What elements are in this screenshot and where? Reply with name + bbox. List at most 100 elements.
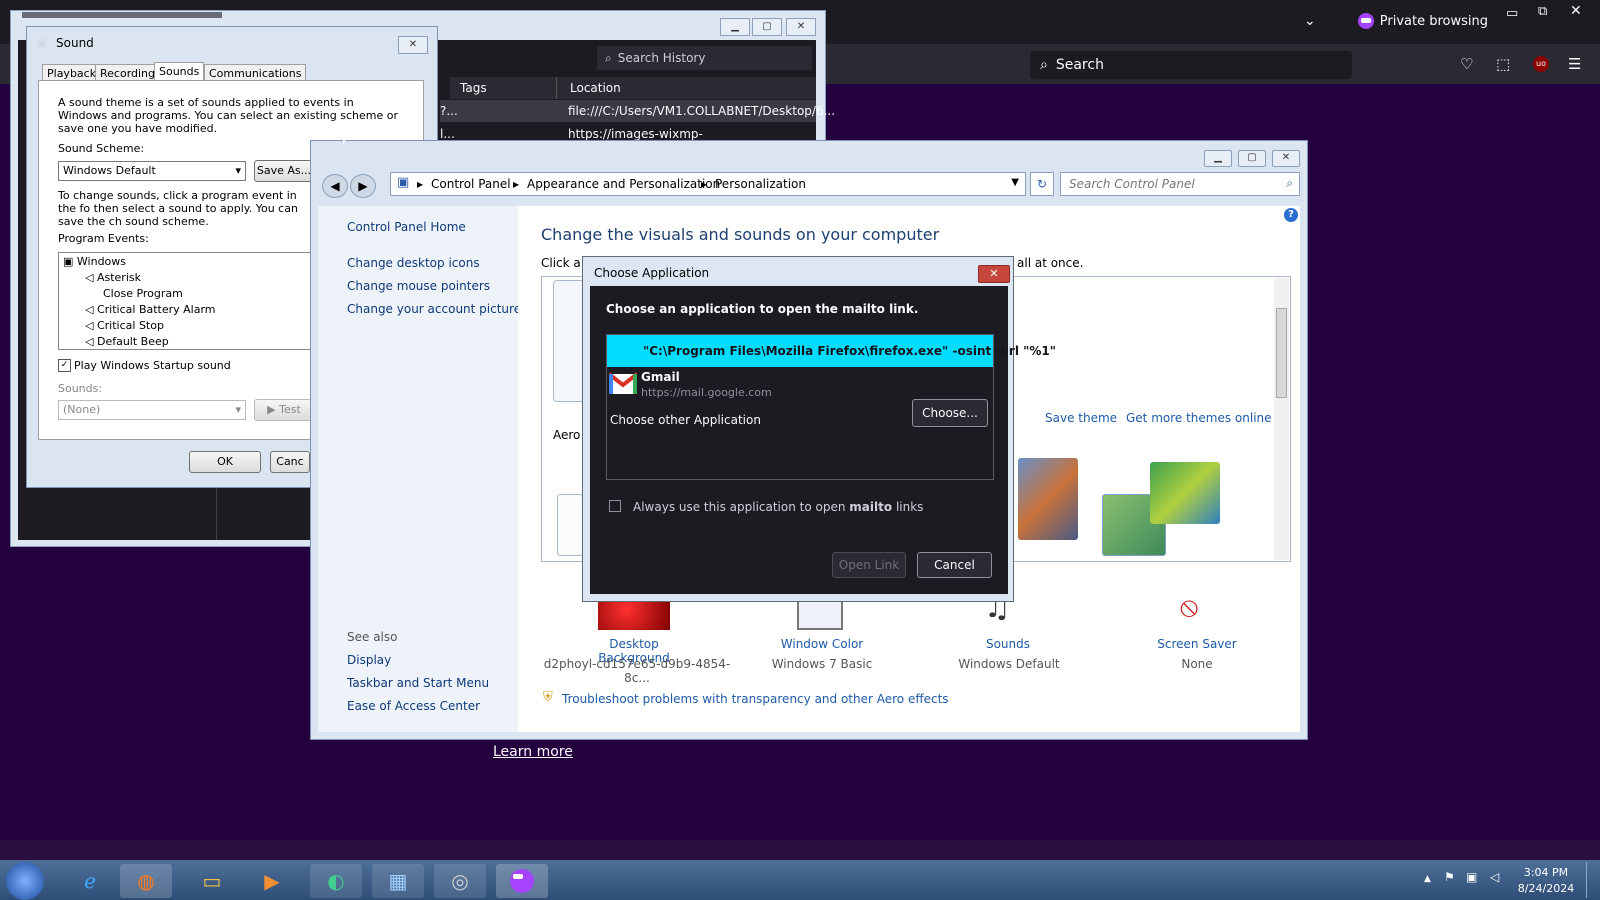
save-as-button[interactable]: Save As... (254, 160, 314, 182)
cp-search-input[interactable]: Search Control Panel ⌕ (1060, 172, 1300, 196)
list-item-firefox[interactable]: "C:\Program Files\Mozilla Firefox\firefo… (607, 335, 1056, 367)
sounds-link[interactable]: Sounds (968, 637, 1048, 651)
sidebar-item-account-picture[interactable]: Change your account picture (347, 302, 521, 316)
firefox-private-taskbar-icon[interactable] (496, 864, 548, 898)
list-item[interactable]: ◁ Critical Battery Alarm (85, 303, 216, 316)
help-icon[interactable]: ? (1284, 208, 1298, 222)
sidebar-item-mouse-pointers[interactable]: Change mouse pointers (347, 279, 490, 293)
sound-scheme-label: Sound Scheme: (58, 142, 145, 155)
back-button[interactable]: ◀ (322, 174, 348, 198)
aero-themes-label: Aero (553, 428, 581, 442)
library-close-icon[interactable]: ✕ (786, 18, 816, 36)
list-item[interactable]: Close Program (103, 287, 183, 300)
theme-thumbnail[interactable] (557, 494, 583, 556)
tray-expand-icon[interactable]: ▲ (1424, 874, 1431, 884)
themes-scrollbar[interactable] (1274, 278, 1289, 560)
media-player-icon[interactable]: ▶ (246, 864, 298, 898)
cp-home-link[interactable]: Control Panel Home (347, 220, 466, 234)
open-link-button[interactable]: Open Link (832, 552, 906, 578)
always-use-checkbox[interactable] (609, 500, 621, 512)
choose-button[interactable]: Choose... (912, 399, 988, 427)
library-tab-strip (22, 12, 222, 18)
save-theme-link[interactable]: Save theme (1045, 411, 1117, 425)
start-button[interactable] (6, 862, 44, 900)
learn-more-link[interactable]: Learn more (493, 744, 573, 760)
dialog-close-icon[interactable]: ✕ (978, 265, 1010, 283)
menu-icon[interactable]: ☰ (1568, 55, 1581, 73)
breadcrumb-appearance[interactable]: Appearance and Personalization (527, 177, 720, 191)
sounds-value: (None) (63, 403, 101, 416)
sidebar-item-desktop-icons[interactable]: Change desktop icons (347, 256, 480, 270)
cancel-button[interactable]: Cancel (917, 552, 992, 578)
startup-sound-checkbox[interactable]: ✓ (58, 359, 71, 372)
control-panel-taskbar-icon[interactable]: ▦ (372, 864, 424, 898)
search-icon: ⌕ (1040, 57, 1048, 73)
see-also-ease-of-access[interactable]: Ease of Access Center (347, 699, 480, 713)
see-also-taskbar[interactable]: Taskbar and Start Menu (347, 676, 489, 690)
sound-taskbar-icon[interactable]: ◎ (434, 864, 486, 898)
screen-saver-icon[interactable]: ⦸ (1180, 590, 1198, 624)
play-icon: ▶ (267, 403, 276, 416)
address-bar[interactable]: ▣ ▸ Control Panel ▸ Appearance and Perso… (390, 172, 1026, 196)
extensions-icon[interactable]: ⬚ (1496, 55, 1510, 73)
ublock-icon[interactable]: uo (1533, 56, 1549, 72)
table-row[interactable]: ?... file:///C:/Users/VM1.COLLABNET/Desk… (440, 100, 835, 122)
library-maximize-icon[interactable]: ▢ (752, 18, 782, 36)
restore-icon[interactable]: ⧉ (1538, 4, 1547, 19)
show-desktop-button[interactable] (1586, 862, 1599, 898)
scrollbar-thumb[interactable] (1276, 308, 1287, 398)
speaker-icon: ◁ (85, 303, 94, 316)
list-item[interactable]: ▣ Windows (63, 255, 126, 268)
internet-explorer-icon[interactable]: ℯ (64, 864, 116, 898)
chevron-down-icon[interactable]: ▼ (1011, 177, 1019, 188)
get-more-themes-link[interactable]: Get more themes online (1126, 411, 1272, 425)
firefox-taskbar-icon[interactable]: ◍ (120, 864, 172, 898)
tab-sounds[interactable]: Sounds (154, 62, 205, 82)
row-fragment: ?... (440, 104, 458, 118)
cp-minimize-icon[interactable]: ▁ (1204, 150, 1232, 167)
screen-saver-link[interactable]: Screen Saver (1152, 637, 1242, 651)
volume-muted-icon[interactable]: ◁ (1490, 870, 1499, 884)
sounds-select[interactable]: (None) ▾ (58, 400, 246, 420)
list-item[interactable]: ◁ Default Beep (85, 335, 169, 348)
sound-dialog-title: Sound (56, 36, 94, 50)
action-center-flag-icon[interactable]: ⚑ (1444, 870, 1455, 884)
column-location[interactable]: Location (570, 81, 621, 95)
cancel-button[interactable]: Canc (270, 451, 310, 473)
cp-maximize-icon[interactable]: ▢ (1238, 150, 1266, 167)
tab-list-chevron-icon[interactable]: ⌄ (1304, 13, 1316, 29)
list-item-gmail[interactable]: Gmail https://mail.google.com (607, 367, 993, 401)
theme-thumbnail[interactable] (553, 280, 585, 402)
firefox-search-box[interactable]: ⌕ Search (1030, 51, 1352, 79)
ok-button[interactable]: OK (189, 451, 261, 473)
refresh-icon[interactable]: ↻ (1030, 172, 1054, 196)
breadcrumb-control-panel[interactable]: Control Panel (431, 177, 511, 191)
cp-close-icon[interactable]: ✕ (1272, 150, 1300, 167)
test-button[interactable]: ▶ Test (254, 399, 314, 421)
close-icon[interactable]: ✕ (1570, 3, 1582, 19)
app-taskbar-icon[interactable]: ◐ (310, 864, 362, 898)
library-search-input[interactable]: ⌕ Search History (597, 46, 812, 70)
sound-scheme-select[interactable]: Windows Default ▾ (58, 161, 246, 181)
library-minimize-icon[interactable]: ▁ (720, 18, 750, 36)
theme-thumbnail[interactable] (1018, 458, 1078, 540)
file-explorer-icon[interactable]: ▭ (186, 864, 238, 898)
clock-time[interactable]: 3:04 PM (1514, 866, 1578, 879)
column-tags[interactable]: Tags (460, 81, 487, 95)
see-also-display[interactable]: Display (347, 653, 391, 667)
list-item[interactable]: ◁ Critical Stop (85, 319, 164, 332)
troubleshoot-link[interactable]: Troubleshoot problems with transparency … (562, 692, 949, 706)
list-item[interactable]: ◁ Asterisk (85, 271, 141, 284)
minimize-icon[interactable]: ▭ (1506, 6, 1518, 21)
theme-thumbnail[interactable] (1150, 462, 1220, 524)
choose-application-title: Choose Application (594, 266, 710, 280)
always-use-suffix: links (895, 500, 924, 514)
window-color-link[interactable]: Window Color (772, 637, 872, 651)
breadcrumb-personalization[interactable]: Personalization (715, 177, 806, 191)
clock-date[interactable]: 8/24/2024 (1514, 882, 1578, 895)
sound-close-icon[interactable]: ✕ (398, 36, 428, 54)
column-divider (556, 77, 557, 99)
pocket-icon[interactable]: ♡ (1460, 55, 1473, 73)
forward-button[interactable]: ▶ (350, 174, 376, 198)
network-icon[interactable]: ▣ (1466, 870, 1477, 884)
